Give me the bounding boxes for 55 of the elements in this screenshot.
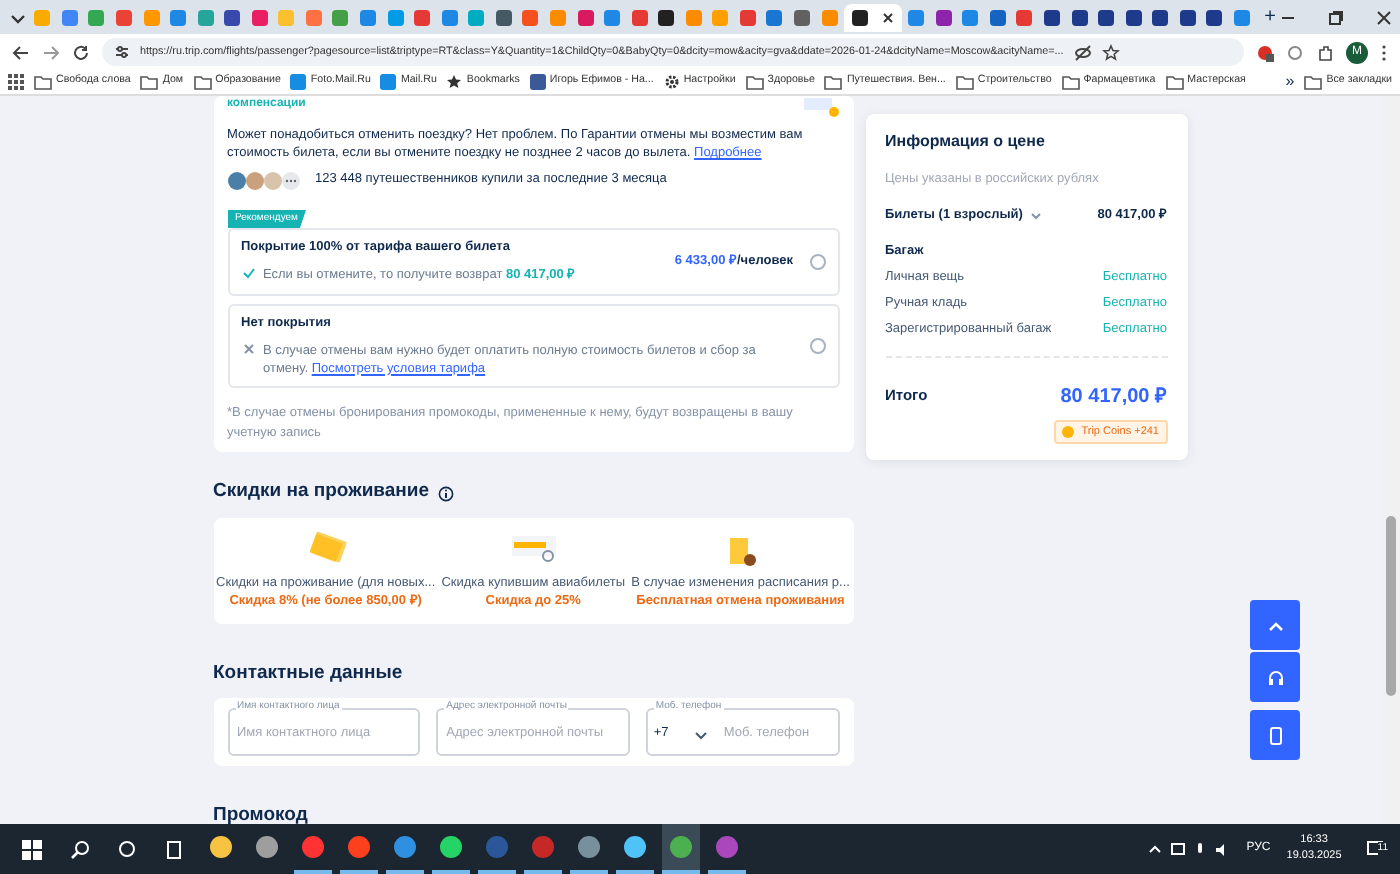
coin-icon [1061,425,1074,438]
close-icon[interactable] [882,11,895,23]
settings-icon [663,74,680,90]
start-icon[interactable] [22,839,42,859]
reload-icon[interactable] [72,43,90,61]
folder-icon [745,73,764,91]
browser-tab[interactable] [843,3,902,31]
bookmarks-overflow-button[interactable]: » [1285,70,1295,94]
more-avatars-icon [281,171,299,190]
star-icon[interactable] [1101,43,1120,61]
close-icon[interactable] [1376,9,1393,25]
section-title: Контактные данные [213,660,405,689]
folder-icon [34,73,52,91]
folder-icon [1061,73,1080,91]
folder-icon [193,73,212,91]
forward-icon[interactable] [42,43,60,61]
app-button[interactable] [1250,710,1300,760]
notification-icon [1365,840,1384,858]
microphone-icon[interactable] [1194,841,1207,857]
restore-icon[interactable] [1328,9,1345,25]
extension-icon[interactable] [1256,43,1274,61]
chevron-down-icon[interactable] [1030,209,1043,222]
circle-icon[interactable] [118,840,136,858]
chevron-up-icon[interactable] [1148,842,1163,856]
eye-slash-icon[interactable] [1073,43,1092,61]
support-button[interactable] [1250,652,1300,702]
radio-button[interactable] [809,337,825,354]
site-settings-icon[interactable] [114,44,130,60]
total-price: 80 417,00 ₽ [1060,383,1167,411]
section-title: Промокод [213,802,310,824]
card-title: Информация о цене [885,130,1047,154]
phone-icon [1265,725,1285,745]
taskbar-app[interactable] [662,824,700,874]
folder-icon [1304,73,1323,91]
headset-icon [1265,667,1285,687]
apps-grid-icon[interactable] [8,74,24,90]
new-tab-button[interactable]: + [1264,2,1277,32]
network-icon[interactable] [1170,841,1187,857]
menu-icon[interactable] [1380,43,1388,61]
scrollbar-thumb[interactable] [1386,516,1396,696]
chevron-down-icon[interactable] [694,727,709,742]
section-title: Скидки на проживание [213,478,430,507]
task-view-icon[interactable] [164,839,184,859]
puzzle-icon[interactable] [1316,43,1334,61]
folder-icon [140,73,159,91]
cross-icon [241,341,255,356]
check-icon [241,266,255,281]
radio-button[interactable] [809,254,825,271]
search-icon[interactable] [70,839,90,859]
info-icon[interactable] [437,485,454,501]
folder-icon [955,73,974,91]
star-icon [446,74,463,90]
folder-icon [1165,73,1184,91]
folder-icon [824,73,843,91]
back-icon[interactable] [12,43,30,61]
